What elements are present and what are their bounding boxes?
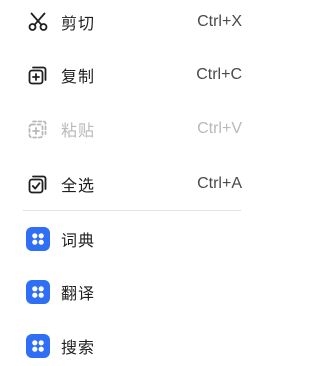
app-grid-icon — [26, 227, 50, 251]
menu-item-label: 搜索 — [61, 338, 96, 357]
menu-item-label: 词典 — [61, 231, 96, 250]
app-grid-icon — [26, 334, 50, 358]
menu-item-copy[interactable]: 复制 Ctrl+C — [0, 55, 262, 95]
shortcut-hint: Ctrl+A — [197, 175, 242, 192]
menu-divider — [23, 210, 241, 211]
scissors-icon — [26, 10, 50, 34]
context-menu: 剪切 Ctrl+X 复制 Ctrl+C 粘贴 Ctrl+V 全选 Ctrl+A … — [0, 0, 262, 364]
copy-icon — [26, 63, 50, 87]
menu-item-label: 复制 — [61, 67, 96, 86]
shortcut-hint: Ctrl+C — [196, 66, 242, 83]
menu-item-label: 翻译 — [61, 284, 96, 303]
paste-icon — [26, 117, 50, 141]
menu-item-dictionary[interactable]: 词典 — [0, 219, 262, 259]
menu-item-label: 全选 — [61, 176, 96, 195]
menu-item-paste[interactable]: 粘贴 Ctrl+V — [0, 109, 262, 149]
select-all-icon — [26, 172, 50, 196]
app-grid-icon — [26, 280, 50, 304]
menu-item-select-all[interactable]: 全选 Ctrl+A — [0, 164, 262, 204]
menu-item-label: 剪切 — [61, 14, 96, 33]
menu-item-translate[interactable]: 翻译 — [0, 272, 262, 312]
shortcut-hint: Ctrl+X — [197, 13, 242, 30]
menu-item-cut[interactable]: 剪切 Ctrl+X — [0, 2, 262, 42]
menu-item-search[interactable]: 搜索 — [0, 326, 262, 366]
menu-item-label: 粘贴 — [61, 121, 96, 140]
shortcut-hint: Ctrl+V — [197, 120, 242, 137]
